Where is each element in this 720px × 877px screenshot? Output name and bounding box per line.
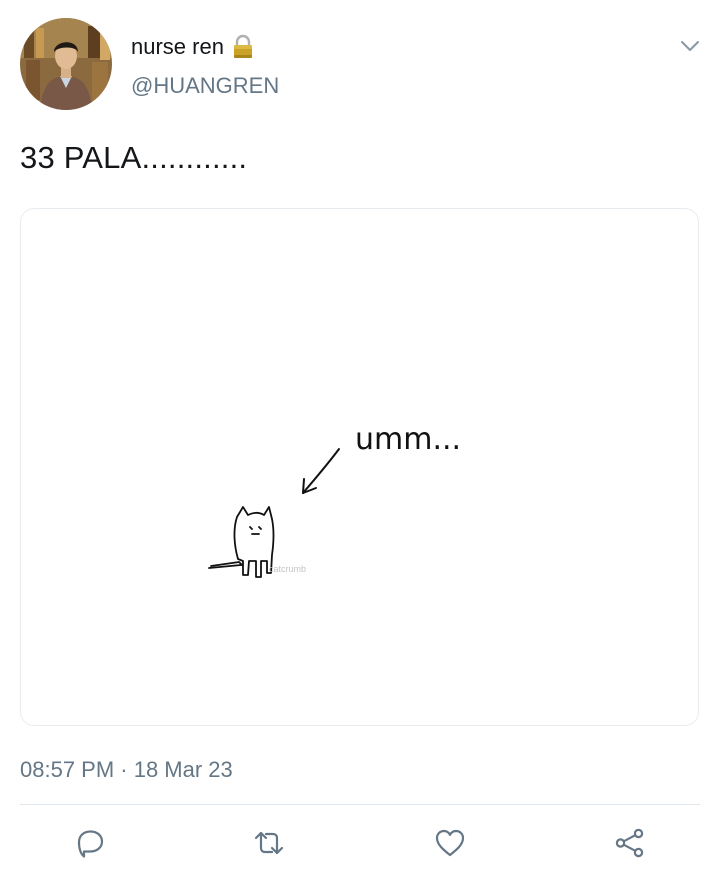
retweet-icon	[254, 831, 284, 855]
tweet-text: 33 PALA............	[20, 140, 248, 175]
avatar[interactable]	[20, 18, 112, 110]
user-handle[interactable]: @HUANGREN	[131, 73, 279, 99]
share-icon	[615, 828, 644, 858]
media-card[interactable]: umm... catcrumb	[20, 208, 699, 726]
arrow-icon	[302, 448, 340, 494]
lock-icon	[230, 34, 256, 60]
divider	[20, 804, 700, 805]
watermark: catcrumb	[269, 564, 307, 574]
avatar-image	[20, 18, 112, 110]
retweet-button[interactable]	[252, 826, 286, 860]
share-button[interactable]	[613, 826, 647, 860]
like-button[interactable]	[433, 826, 467, 860]
reply-button[interactable]	[73, 826, 107, 860]
timestamp[interactable]: 08:57 PM · 18 Mar 23	[20, 757, 233, 783]
chevron-down-icon[interactable]	[678, 34, 702, 58]
like-icon	[435, 829, 465, 857]
display-name-text: nurse ren	[131, 34, 224, 59]
display-name[interactable]: nurse ren	[131, 34, 256, 60]
meme-caption: umm...	[355, 422, 461, 457]
reply-icon	[77, 830, 104, 858]
cat-doodle	[208, 506, 275, 578]
meme-drawing: umm...	[208, 422, 461, 578]
